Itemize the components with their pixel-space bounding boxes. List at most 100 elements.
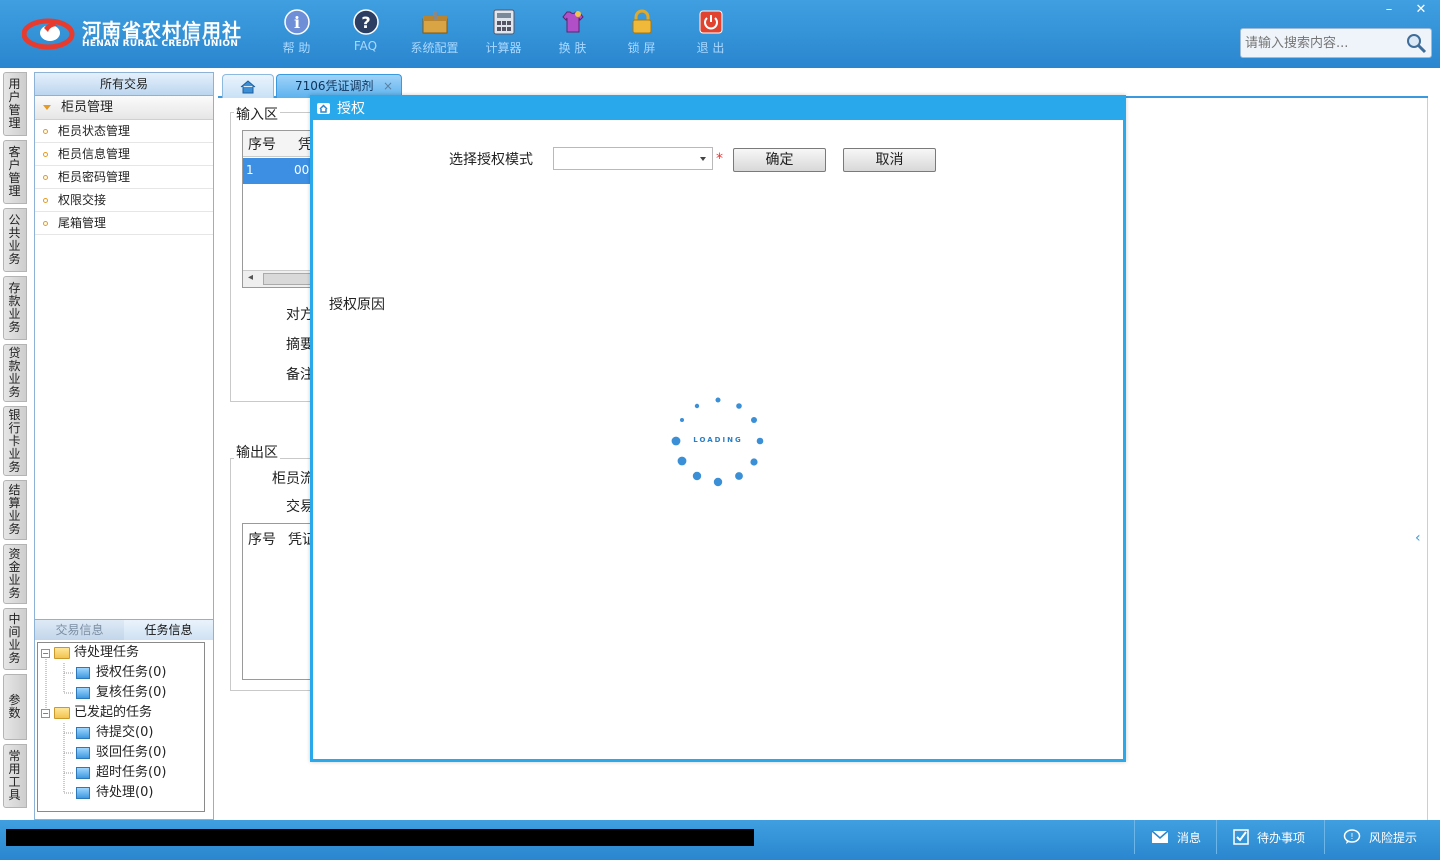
checkbox-icon	[1233, 829, 1249, 845]
search-input[interactable]	[1245, 34, 1405, 52]
tree-node-to-process[interactable]: 待处理(0)	[76, 783, 153, 803]
collapse-icon[interactable]: −	[41, 708, 50, 718]
messages-label: 消息	[1177, 830, 1202, 845]
vtab-char: 行	[8, 420, 21, 435]
status-message-bar	[6, 829, 754, 846]
vtab-user-management[interactable]: 用户管理	[3, 72, 27, 136]
vtab-label: 中间业务	[9, 613, 22, 665]
vtab-char: 务	[8, 459, 21, 474]
vtab-public-business[interactable]: 公共业务	[3, 208, 27, 272]
config-button[interactable]: 系统配置	[400, 8, 469, 62]
bullet-icon	[43, 129, 48, 134]
vtab-intermediary-business[interactable]: 中间业务	[3, 608, 27, 670]
cancel-button[interactable]: 取消	[843, 148, 936, 172]
toolbar: i 帮 助 ? FAQ 系统配置 计算器 换 肤 锁 屏 退 出	[262, 8, 745, 62]
tree-node-pending[interactable]: − 待处理任务	[41, 643, 139, 663]
vtab-label: 存款业务	[9, 282, 22, 334]
vtab-char: 务	[8, 522, 21, 536]
tree-label: 已发起的任务	[74, 705, 153, 720]
all-transactions-header: 所有交易	[35, 73, 213, 96]
tree-node-initiated[interactable]: − 已发起的任务	[41, 703, 152, 723]
exit-label: 退 出	[696, 41, 725, 55]
grid-col-seq: 序号	[248, 137, 276, 153]
teller-management-group[interactable]: 柜员管理	[35, 96, 213, 120]
vtab-char: 数	[8, 706, 21, 720]
vtab-label: 贷款业务	[9, 347, 22, 399]
vtab-fund-business[interactable]: 资金业务	[3, 544, 27, 604]
vtab-char: 务	[8, 252, 21, 266]
vtab-loan-business[interactable]: 贷款业务	[3, 344, 27, 402]
vtab-char: 业	[8, 446, 21, 461]
tree-label: 待提交(0)	[96, 725, 154, 740]
search-icon[interactable]	[1405, 32, 1427, 54]
tree-node-timeout[interactable]: 超时任务(0)	[76, 763, 166, 783]
task-folder-icon	[76, 747, 90, 759]
calculator-button[interactable]: 计算器	[469, 8, 538, 62]
menu-item-label: 权限交接	[58, 193, 107, 207]
faq-label: FAQ	[353, 39, 378, 53]
task-folder-icon	[76, 727, 90, 739]
chat-bubble-icon: !	[1343, 829, 1361, 844]
group-label: 柜员管理	[61, 100, 114, 115]
minimize-button[interactable]: –	[1374, 0, 1404, 18]
dropdown-arrow-icon	[700, 157, 706, 161]
menu-item-teller-info[interactable]: 柜员信息管理	[35, 143, 213, 166]
svg-text:?: ?	[361, 13, 370, 32]
vtab-parameters[interactable]: 参数	[3, 674, 27, 740]
close-window-button[interactable]: ✕	[1406, 0, 1436, 18]
vtab-customer-management[interactable]: 客户管理	[3, 140, 27, 204]
menu-item-label: 柜员状态管理	[58, 124, 131, 138]
close-tab-icon[interactable]: ×	[383, 75, 393, 97]
menu-item-tail-box[interactable]: 尾箱管理	[35, 212, 213, 235]
task-folder-icon	[76, 767, 90, 779]
vtab-label: 资金业务	[9, 548, 22, 600]
vtab-deposit-business[interactable]: 存款业务	[3, 276, 27, 340]
menu-item-permission-handover[interactable]: 权限交接	[35, 189, 213, 212]
tree-node-auth-tasks[interactable]: 授权任务(0)	[76, 663, 166, 683]
vtab-bank-card-business[interactable]: 银行卡业务	[3, 406, 27, 476]
menu-item-teller-password[interactable]: 柜员密码管理	[35, 166, 213, 189]
vtab-common-tools[interactable]: 常用工具	[3, 744, 27, 808]
tree-node-to-submit[interactable]: 待提交(0)	[76, 723, 153, 743]
tab-task-info[interactable]: 任务信息	[124, 620, 213, 640]
calculator-label: 计算器	[485, 41, 522, 55]
tree-node-rejected[interactable]: 驳回任务(0)	[76, 743, 166, 763]
menu-item-teller-status[interactable]: 柜员状态管理	[35, 120, 213, 143]
faq-button[interactable]: ? FAQ	[331, 8, 400, 62]
tree-label: 待处理任务	[74, 645, 140, 660]
exit-icon	[697, 8, 725, 36]
collapse-icon[interactable]: −	[41, 648, 50, 658]
scroll-left-icon[interactable]: ◂	[248, 272, 253, 283]
expand-right-icon[interactable]: ‹	[1415, 530, 1425, 552]
dialog-titlebar: 授权	[313, 98, 1123, 120]
exit-button[interactable]: 退 出	[676, 8, 745, 62]
help-icon: i	[283, 8, 311, 36]
lock-screen-button[interactable]: 锁 屏	[607, 8, 676, 62]
header-bar: 河南省农村信用社 HENAN RURAL CREDIT UNION i 帮 助 …	[0, 0, 1440, 68]
risk-alert-button[interactable]: ! 风险提示	[1324, 820, 1440, 854]
tab-home[interactable]	[222, 74, 274, 98]
status-bar: 消息 待办事项 ! 风险提示	[0, 820, 1440, 860]
confirm-button[interactable]: 确定	[733, 148, 826, 172]
tab-transaction-info[interactable]: 交易信息	[35, 620, 124, 640]
skin-button[interactable]: 换 肤	[538, 8, 607, 62]
auth-mode-select[interactable]	[553, 147, 713, 170]
transaction-panel: 所有交易 柜员管理 柜员状态管理 柜员信息管理 柜员密码管理 权限交接 尾箱管理…	[34, 72, 214, 820]
help-button[interactable]: i 帮 助	[262, 8, 331, 62]
tree-node-review-tasks[interactable]: 复核任务(0)	[76, 683, 166, 703]
mail-icon	[1151, 830, 1169, 843]
messages-button[interactable]: 消息	[1134, 820, 1216, 854]
auth-reason-label: 授权原因	[329, 297, 385, 313]
dialog-title: 授权	[337, 101, 365, 117]
logo-mark-icon	[22, 18, 75, 50]
output-area-title: 输出区	[234, 442, 280, 462]
chevron-down-icon	[43, 105, 51, 110]
todo-button[interactable]: 待办事项	[1216, 820, 1324, 854]
menu-item-label: 尾箱管理	[58, 216, 107, 230]
bullet-icon	[43, 221, 48, 226]
app-logo: 河南省农村信用社 HENAN RURAL CREDIT UNION	[22, 14, 242, 56]
svg-text:i: i	[293, 13, 299, 32]
calculator-icon	[490, 8, 518, 36]
vtab-settlement-business[interactable]: 结算业务	[3, 480, 27, 540]
task-panel-tabs: 交易信息 任务信息	[35, 620, 213, 640]
